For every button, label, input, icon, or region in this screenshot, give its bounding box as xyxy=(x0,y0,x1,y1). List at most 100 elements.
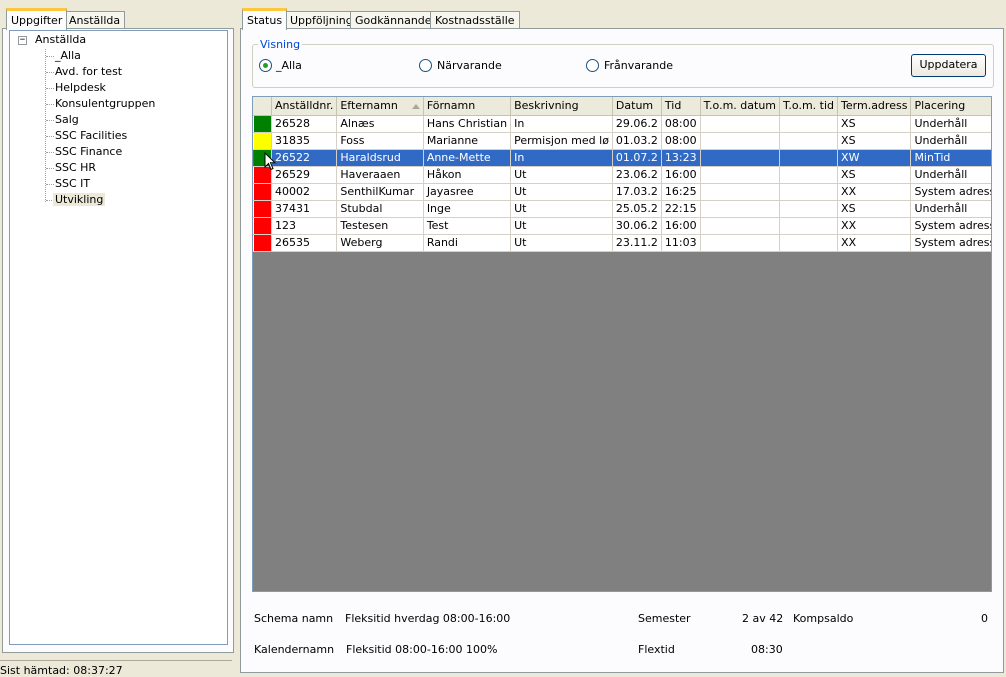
header-fornamn[interactable]: Förnamn xyxy=(423,97,512,116)
table-cell[interactable]: 11:03 xyxy=(661,234,701,252)
table-cell[interactable]: XS xyxy=(837,132,912,150)
tree-item-ssc-hr[interactable]: SSC HR xyxy=(53,161,98,174)
table-cell[interactable]: Underhåll xyxy=(910,200,991,218)
table-cell[interactable]: XX xyxy=(837,217,912,235)
tree-item-avd-for-test[interactable]: Avd. for test xyxy=(53,65,124,78)
table-cell[interactable]: Inge xyxy=(423,200,512,218)
table-cell[interactable]: Marianne xyxy=(423,132,512,150)
header-datum[interactable]: Datum xyxy=(612,97,662,116)
table-cell[interactable]: 26529 xyxy=(271,166,338,184)
header-beskrivning[interactable]: Beskrivning xyxy=(510,97,613,116)
tab-uppgifter[interactable]: Uppgifter xyxy=(6,8,68,30)
table-cell[interactable]: Ut xyxy=(510,166,613,184)
table-cell[interactable]: 23.06.2 xyxy=(612,166,662,184)
table-cell[interactable] xyxy=(700,115,781,133)
table-cell[interactable]: In xyxy=(510,115,613,133)
tree-item-salg[interactable]: Salg xyxy=(53,113,81,126)
table-cell[interactable]: Alnæs xyxy=(336,115,424,133)
table-cell[interactable]: 08:00 xyxy=(661,132,701,150)
table-cell[interactable]: MinTid xyxy=(910,149,991,167)
table-cell[interactable]: Hans Christian xyxy=(423,115,512,133)
table-cell[interactable]: XS xyxy=(837,115,912,133)
table-cell[interactable]: XX xyxy=(837,183,912,201)
table-cell[interactable]: XW xyxy=(837,149,912,167)
table-cell[interactable] xyxy=(779,183,839,201)
table-cell[interactable]: 26535 xyxy=(271,234,338,252)
header-efternamn[interactable]: Efternamn xyxy=(336,97,424,116)
table-row[interactable]: 123 Testesen Test Ut 30.06.2 16:00 XX System ad… xyxy=(253,217,991,235)
header-placering[interactable]: Placering xyxy=(910,97,991,116)
header-tom-tid[interactable]: T.o.m. tid xyxy=(779,97,839,116)
table-cell[interactable] xyxy=(779,200,839,218)
tree-root-label[interactable]: Anställda xyxy=(33,33,88,46)
update-button[interactable]: Uppdatera xyxy=(911,54,986,77)
table-row[interactable]: 26535 Weberg Randi Ut 23.11.2 11:03 XX System a… xyxy=(253,234,991,252)
tab-status[interactable]: Status xyxy=(242,8,288,30)
table-cell[interactable]: Stubdal xyxy=(336,200,424,218)
table-row[interactable]: 26522 Haraldsrud Anne-Mette In 01.07.2 13:23 X… xyxy=(253,149,991,167)
table-cell[interactable]: Foss xyxy=(336,132,424,150)
table-cell[interactable]: 01.03.2 xyxy=(612,132,662,150)
table-row[interactable]: 40002 SenthilKumar Jayasree Ut 17.03.2 16:25 X… xyxy=(253,183,991,201)
table-cell[interactable]: Permisjon med lø xyxy=(510,132,613,150)
table-cell[interactable]: Jayasree xyxy=(423,183,512,201)
header-tom-datum[interactable]: T.o.m. datum xyxy=(700,97,781,116)
table-row[interactable]: 26528 Alnæs Hans Christian In 29.06.2 08:00 XS… xyxy=(253,115,991,133)
table-cell[interactable]: Test xyxy=(423,217,512,235)
table-cell[interactable]: 40002 xyxy=(271,183,338,201)
table-cell[interactable]: Underhåll xyxy=(910,132,991,150)
table-cell[interactable]: System adresse xyxy=(910,217,991,235)
table-cell[interactable]: 08:00 xyxy=(661,115,701,133)
employee-status-grid[interactable]: Anställdnr. Efternamn Förnamn Beskrivnin… xyxy=(252,96,992,592)
table-cell[interactable]: 26522 xyxy=(271,149,338,167)
table-cell[interactable]: Weberg xyxy=(336,234,424,252)
table-cell[interactable]: XX xyxy=(837,234,912,252)
table-cell[interactable]: Ut xyxy=(510,234,613,252)
table-cell[interactable]: Haveraaen xyxy=(336,166,424,184)
table-cell[interactable]: 23.11.2 xyxy=(612,234,662,252)
table-row[interactable]: 37431 Stubdal Inge Ut 25.05.2 22:15 XS Underhål… xyxy=(253,200,991,218)
table-cell[interactable]: Ut xyxy=(510,183,613,201)
table-cell[interactable]: 16:00 xyxy=(661,217,701,235)
tree-item-ssc-finance[interactable]: SSC Finance xyxy=(53,145,124,158)
header-term-adress[interactable]: Term.adress xyxy=(837,97,912,116)
table-cell[interactable] xyxy=(700,217,781,235)
tree-item-ssc-it[interactable]: SSC IT xyxy=(53,177,92,190)
table-cell[interactable]: Underhåll xyxy=(910,166,991,184)
table-cell[interactable]: XS xyxy=(837,166,912,184)
table-cell[interactable]: 22:15 xyxy=(661,200,701,218)
table-row[interactable]: 26529 Haveraaen Håkon Ut 23.06.2 16:00 XS Under… xyxy=(253,166,991,184)
table-cell[interactable]: SenthilKumar xyxy=(336,183,424,201)
table-cell[interactable] xyxy=(700,183,781,201)
radio-alla[interactable] xyxy=(259,59,272,72)
table-cell[interactable]: System adresse xyxy=(910,183,991,201)
table-cell[interactable] xyxy=(779,166,839,184)
table-cell[interactable]: Underhåll xyxy=(910,115,991,133)
tree-item-alla[interactable]: _Alla xyxy=(53,49,83,62)
table-cell[interactable]: 17.03.2 xyxy=(612,183,662,201)
table-cell[interactable]: 16:00 xyxy=(661,166,701,184)
table-cell[interactable]: XS xyxy=(837,200,912,218)
table-cell[interactable] xyxy=(700,149,781,167)
table-cell[interactable] xyxy=(700,132,781,150)
table-cell[interactable]: 30.06.2 xyxy=(612,217,662,235)
table-cell[interactable] xyxy=(779,115,839,133)
radio-narvarande-label[interactable]: Närvarande xyxy=(437,59,502,72)
table-cell[interactable]: In xyxy=(510,149,613,167)
table-cell[interactable] xyxy=(700,166,781,184)
collapse-toggle-icon[interactable]: − xyxy=(18,36,27,45)
tree-item-helpdesk[interactable]: Helpdesk xyxy=(53,81,108,94)
radio-alla-label[interactable]: _Alla xyxy=(276,59,302,72)
table-cell[interactable]: 123 xyxy=(271,217,338,235)
radio-narvarande[interactable] xyxy=(419,59,432,72)
header-tid[interactable]: Tid xyxy=(661,97,701,116)
table-cell[interactable] xyxy=(700,234,781,252)
table-row[interactable]: 31835 Foss Marianne Permisjon med lø 01.03.2… xyxy=(253,132,991,150)
table-cell[interactable]: Ut xyxy=(510,200,613,218)
table-cell[interactable]: 37431 xyxy=(271,200,338,218)
tree-item-ssc-facilities[interactable]: SSC Facilities xyxy=(53,129,129,142)
table-cell[interactable]: Testesen xyxy=(336,217,424,235)
table-cell[interactable] xyxy=(700,200,781,218)
table-cell[interactable]: Haraldsrud xyxy=(336,149,424,167)
table-cell[interactable]: 29.06.2 xyxy=(612,115,662,133)
